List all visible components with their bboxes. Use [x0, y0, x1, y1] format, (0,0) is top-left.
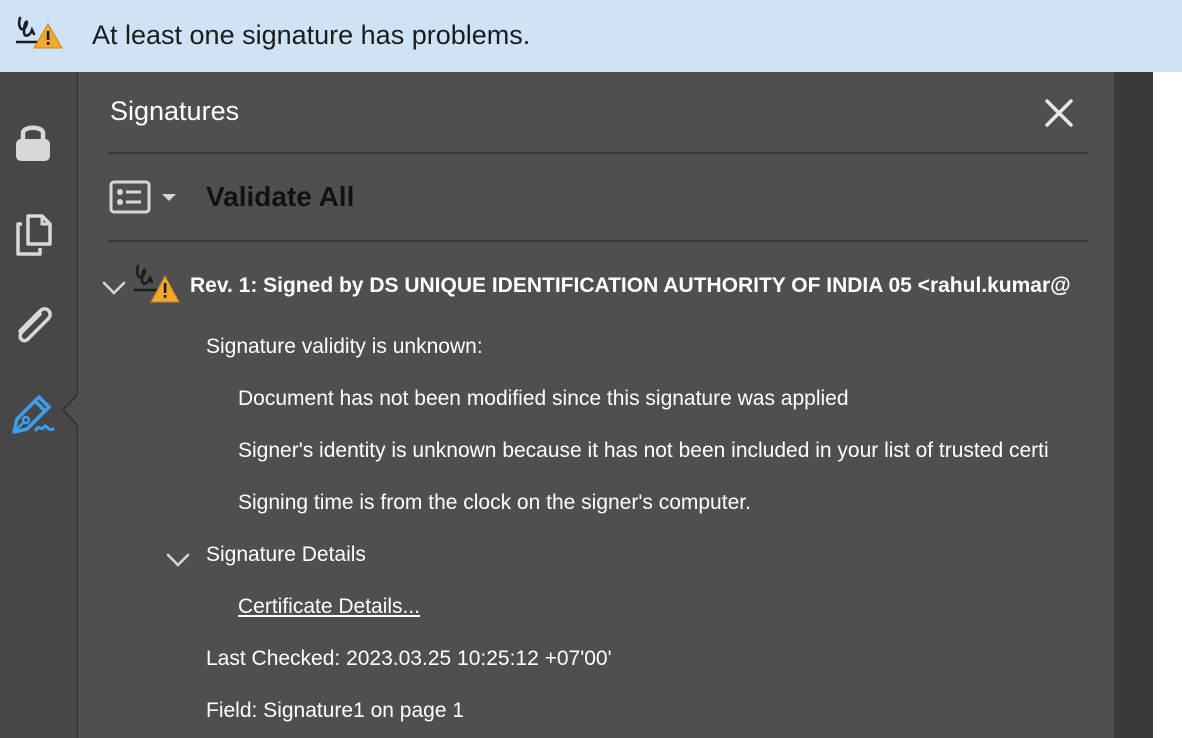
- notification-banner: At least one signature has problems.: [0, 0, 1182, 72]
- lock-icon: [16, 125, 50, 161]
- rail-item-security[interactable]: [0, 108, 77, 168]
- validity-item: Signer's identity is unknown because it …: [238, 439, 1049, 462]
- last-checked-text: Last Checked: 2023.03.25 10:25:12 +07'00…: [206, 647, 612, 670]
- certificate-details-link[interactable]: Certificate Details...: [238, 595, 420, 619]
- document-area: [1114, 72, 1153, 738]
- pages-icon: [16, 214, 52, 256]
- paperclip-icon: [18, 307, 52, 343]
- validate-all-button[interactable]: Validate All: [206, 181, 354, 213]
- panel-title: Signatures: [110, 96, 240, 126]
- validity-item: Document has not been modified since thi…: [238, 387, 849, 410]
- chevron-down-icon[interactable]: [102, 280, 126, 296]
- revision-title[interactable]: Rev. 1: Signed by DS UNIQUE IDENTIFICATI…: [190, 274, 1071, 298]
- validity-item: Signing time is from the clock on the si…: [238, 491, 751, 514]
- validity-heading: Signature validity is unknown:: [206, 335, 483, 358]
- close-icon[interactable]: [1042, 96, 1076, 130]
- banner-message: At least one signature has problems.: [92, 20, 531, 50]
- signature-list-options-icon[interactable]: [109, 180, 151, 214]
- divider: [109, 240, 1089, 242]
- signature-details-toggle[interactable]: Signature Details: [206, 543, 366, 567]
- divider: [109, 152, 1089, 154]
- field-info-text: Field: Signature1 on page 1: [206, 699, 465, 722]
- signature-warning-icon: [134, 264, 180, 303]
- chevron-down-icon[interactable]: [166, 552, 190, 568]
- signatures-panel: Signatures Validate All Rev. 1: Signed b…: [78, 72, 1114, 738]
- rail-item-pages[interactable]: [0, 200, 77, 260]
- signature-pen-icon: [12, 395, 55, 434]
- chevron-down-icon[interactable]: [160, 190, 178, 204]
- rail-item-attachments[interactable]: [0, 292, 77, 352]
- signature-warning-icon: [16, 16, 63, 49]
